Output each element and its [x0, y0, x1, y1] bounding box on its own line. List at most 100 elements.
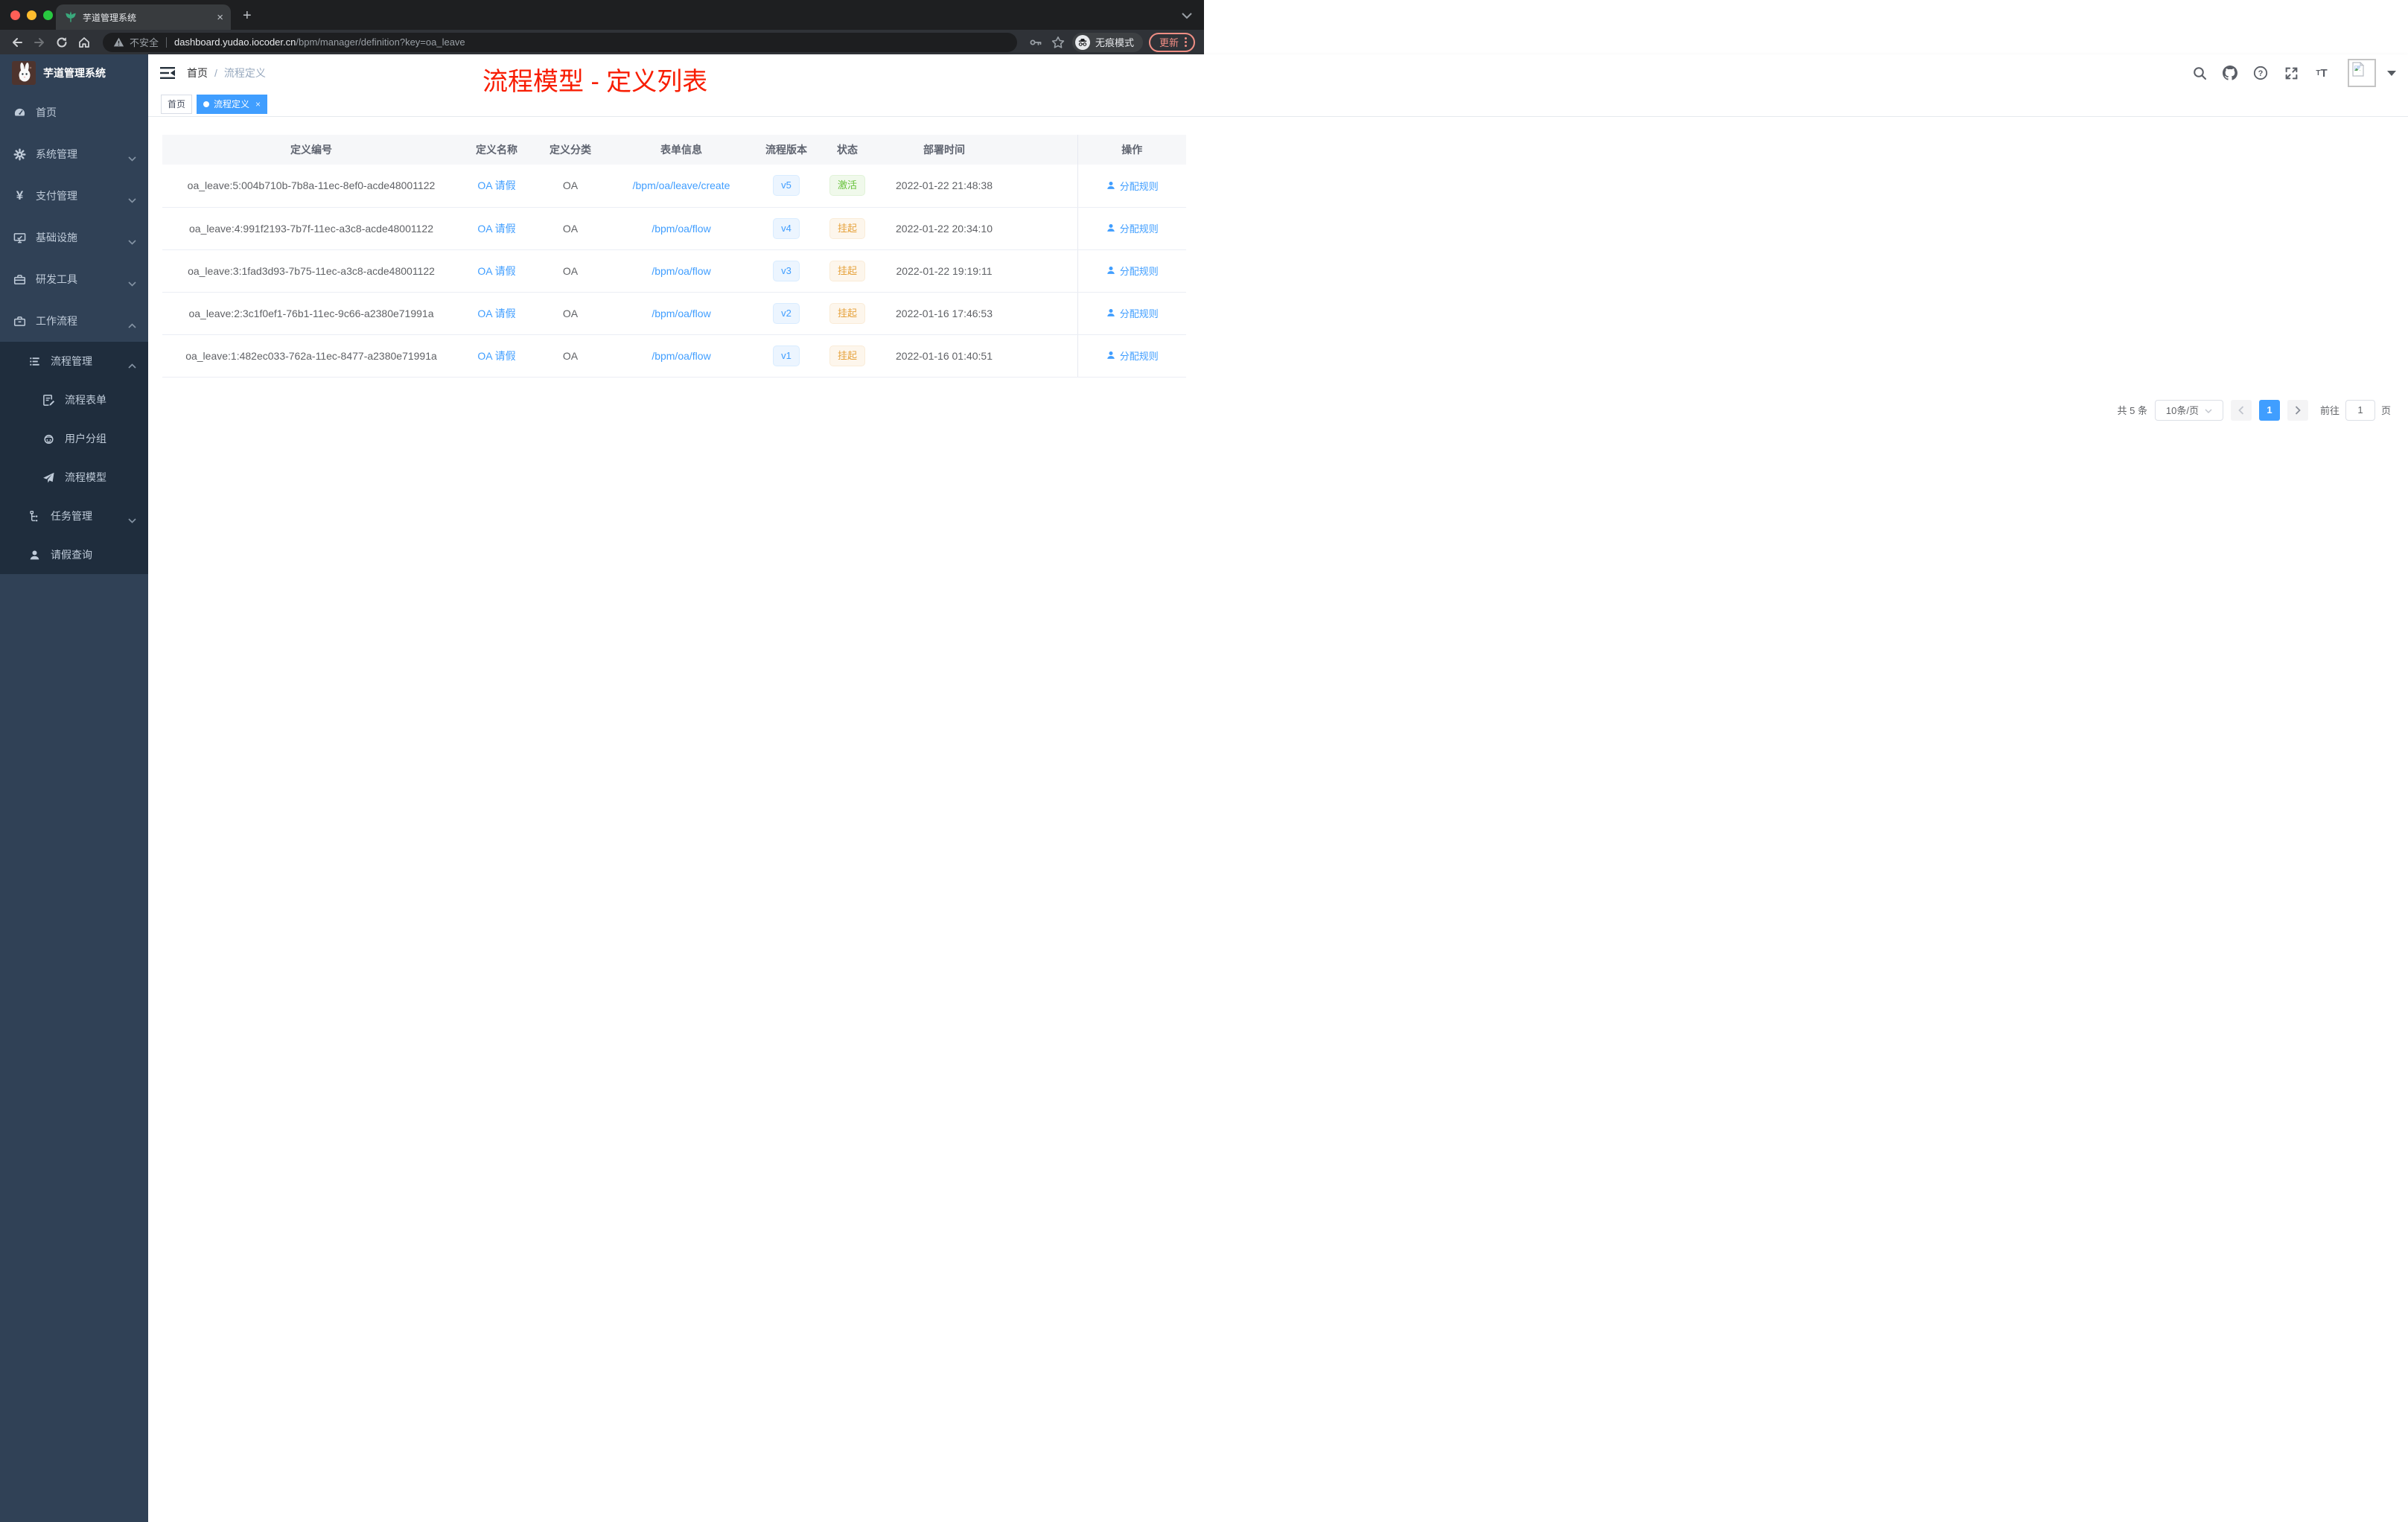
- form-link[interactable]: /bpm/oa/leave/create: [633, 179, 730, 191]
- version-badge: v4: [773, 217, 800, 239]
- sidebar-item-label: 研发工具: [36, 273, 77, 285]
- tab-search-chevron-icon[interactable]: [1182, 10, 1192, 23]
- sidebar-item-process-management[interactable]: 流程管理: [0, 342, 148, 380]
- browser-update-button[interactable]: 更新: [1148, 32, 1195, 52]
- security-label[interactable]: 不安全: [130, 35, 159, 49]
- sidebar-item-label: 流程表单: [65, 394, 106, 406]
- chevron-up-icon: [128, 319, 136, 328]
- sidebar-item-home[interactable]: 首页: [0, 92, 148, 133]
- home-icon[interactable]: [76, 34, 92, 51]
- window-zoom-button[interactable]: [43, 10, 53, 20]
- breadcrumb-home[interactable]: 首页: [187, 66, 208, 80]
- next-page-button[interactable]: [2287, 399, 2308, 421]
- cell-category: OA: [533, 165, 608, 208]
- goto-label: 前往: [2319, 405, 2339, 416]
- warning-triangle-icon[interactable]: [113, 36, 124, 48]
- github-icon[interactable]: [2223, 66, 2237, 80]
- sidebar-item-infrastructure[interactable]: 基础设施: [0, 217, 148, 258]
- tag-home[interactable]: 首页: [161, 94, 193, 114]
- definition-name-link[interactable]: OA 请假: [477, 179, 515, 191]
- definition-name-link[interactable]: OA 请假: [477, 223, 515, 235]
- sidebar-item-task-management[interactable]: 任务管理: [0, 497, 148, 535]
- avatar-caret-icon[interactable]: [2387, 70, 2396, 76]
- form-link[interactable]: /bpm/oa/flow: [652, 308, 710, 319]
- sidebar-item-process-form[interactable]: 流程表单: [0, 380, 148, 419]
- font-size-icon[interactable]: TT: [2314, 66, 2329, 80]
- update-label[interactable]: 更新: [1159, 35, 1179, 49]
- goto-page-input[interactable]: [2345, 399, 2375, 421]
- user-icon: [28, 549, 41, 561]
- key-icon[interactable]: [1028, 34, 1044, 51]
- column-header-form: 表单信息: [608, 135, 755, 165]
- sidebar-item-label: 任务管理: [51, 510, 92, 522]
- toolbox-icon: [13, 273, 26, 286]
- window-minimize-button[interactable]: [27, 10, 36, 20]
- definition-name-link[interactable]: OA 请假: [477, 265, 515, 277]
- definition-name-link[interactable]: OA 请假: [477, 350, 515, 362]
- pagination-goto: 前往 页: [2319, 399, 2391, 421]
- status-badge: 挂起: [829, 345, 865, 366]
- cell-deploy-time: 2022-01-16 01:40:51: [877, 334, 1011, 378]
- assign-rule-link[interactable]: 分配规则: [1106, 348, 1159, 363]
- person-icon: [1106, 267, 1115, 275]
- page-size-select[interactable]: 10条/页: [2154, 399, 2223, 421]
- table-row: oa_leave:4:991f2193-7b7f-11ec-a3c8-acde4…: [162, 207, 1186, 250]
- status-badge: 挂起: [829, 217, 865, 239]
- table-row: oa_leave:5:004b710b-7b8a-11ec-8ef0-acde4…: [162, 165, 1186, 208]
- breadcrumb-current: 流程定义: [223, 67, 266, 79]
- new-tab-button[interactable]: +: [243, 8, 252, 23]
- sidebar-item-devtools[interactable]: 研发工具: [0, 258, 148, 300]
- cell-definition-id: oa_leave:2:3c1f0ef1-76b1-11ec-9c66-a2380…: [162, 292, 460, 335]
- address-bar[interactable]: 不安全 dashboard.yudao.iocoder.cn/bpm/manag…: [103, 32, 1017, 52]
- sidebar-collapse-icon[interactable]: [160, 66, 175, 80]
- status-badge: 挂起: [829, 260, 865, 281]
- sidebar-item-label: 基础设施: [36, 232, 77, 243]
- cell-deploy-time: 2022-01-22 20:34:10: [877, 207, 1011, 250]
- column-header-name: 定义名称: [460, 135, 533, 165]
- chevron-up-icon: [128, 359, 136, 369]
- tag-process-definition[interactable]: 流程定义 ×: [197, 94, 268, 114]
- assign-rule-link[interactable]: 分配规则: [1106, 221, 1159, 235]
- form-link[interactable]: /bpm/oa/flow: [652, 223, 710, 235]
- status-badge: 激活: [829, 175, 865, 197]
- sidebar-item-system[interactable]: 系统管理: [0, 133, 148, 175]
- cell-spacer: [1011, 165, 1077, 208]
- window-controls[interactable]: [10, 10, 53, 20]
- forward-icon[interactable]: [31, 34, 48, 51]
- form-edit-icon: [42, 394, 55, 407]
- sidebar-item-user-group[interactable]: 用户分组: [0, 419, 148, 458]
- help-icon[interactable]: ?: [2253, 66, 2268, 80]
- assign-rule-link[interactable]: 分配规则: [1106, 306, 1159, 320]
- bookmark-star-icon[interactable]: [1050, 34, 1066, 51]
- gear-icon: [13, 147, 26, 161]
- form-link[interactable]: /bpm/oa/flow: [652, 350, 710, 362]
- sidebar-logo-row[interactable]: 芋道管理系统: [0, 54, 148, 92]
- kebab-menu-icon[interactable]: [1185, 37, 1187, 47]
- sidebar-item-payment[interactable]: ¥ 支付管理: [0, 175, 148, 217]
- assign-rule-link[interactable]: 分配规则: [1106, 264, 1159, 278]
- tree-icon: [28, 510, 41, 523]
- page-number-button[interactable]: 1: [2258, 399, 2280, 421]
- prev-page-button[interactable]: [2230, 399, 2252, 421]
- favicon-sprout-icon: [65, 11, 77, 23]
- form-link[interactable]: /bpm/oa/flow: [652, 265, 710, 277]
- sidebar-item-leave-query[interactable]: 请假查询: [0, 535, 148, 574]
- cell-category: OA: [533, 207, 608, 250]
- browser-tab[interactable]: 芋道管理系统 ×: [56, 4, 231, 30]
- sidebar-item-workflow[interactable]: 工作流程: [0, 300, 148, 342]
- table-row: oa_leave:1:482ec033-762a-11ec-8477-a2380…: [162, 334, 1186, 378]
- avatar[interactable]: [2348, 59, 2376, 87]
- incognito-icon: [1074, 34, 1090, 50]
- back-icon[interactable]: [9, 34, 25, 51]
- reload-icon[interactable]: [54, 34, 70, 51]
- search-icon[interactable]: [2192, 66, 2207, 80]
- person-icon: [1106, 224, 1115, 232]
- definition-name-link[interactable]: OA 请假: [477, 308, 515, 319]
- workflow-submenu: 流程管理 流程表单 用户分组 流程模型 任务管理 请假查询: [0, 342, 148, 574]
- fullscreen-icon[interactable]: [2284, 66, 2299, 80]
- sidebar-item-process-model[interactable]: 流程模型: [0, 458, 148, 497]
- window-close-button[interactable]: [10, 10, 20, 20]
- tag-close-icon[interactable]: ×: [255, 95, 261, 113]
- assign-rule-link[interactable]: 分配规则: [1106, 179, 1159, 193]
- tab-close-icon[interactable]: ×: [217, 11, 223, 24]
